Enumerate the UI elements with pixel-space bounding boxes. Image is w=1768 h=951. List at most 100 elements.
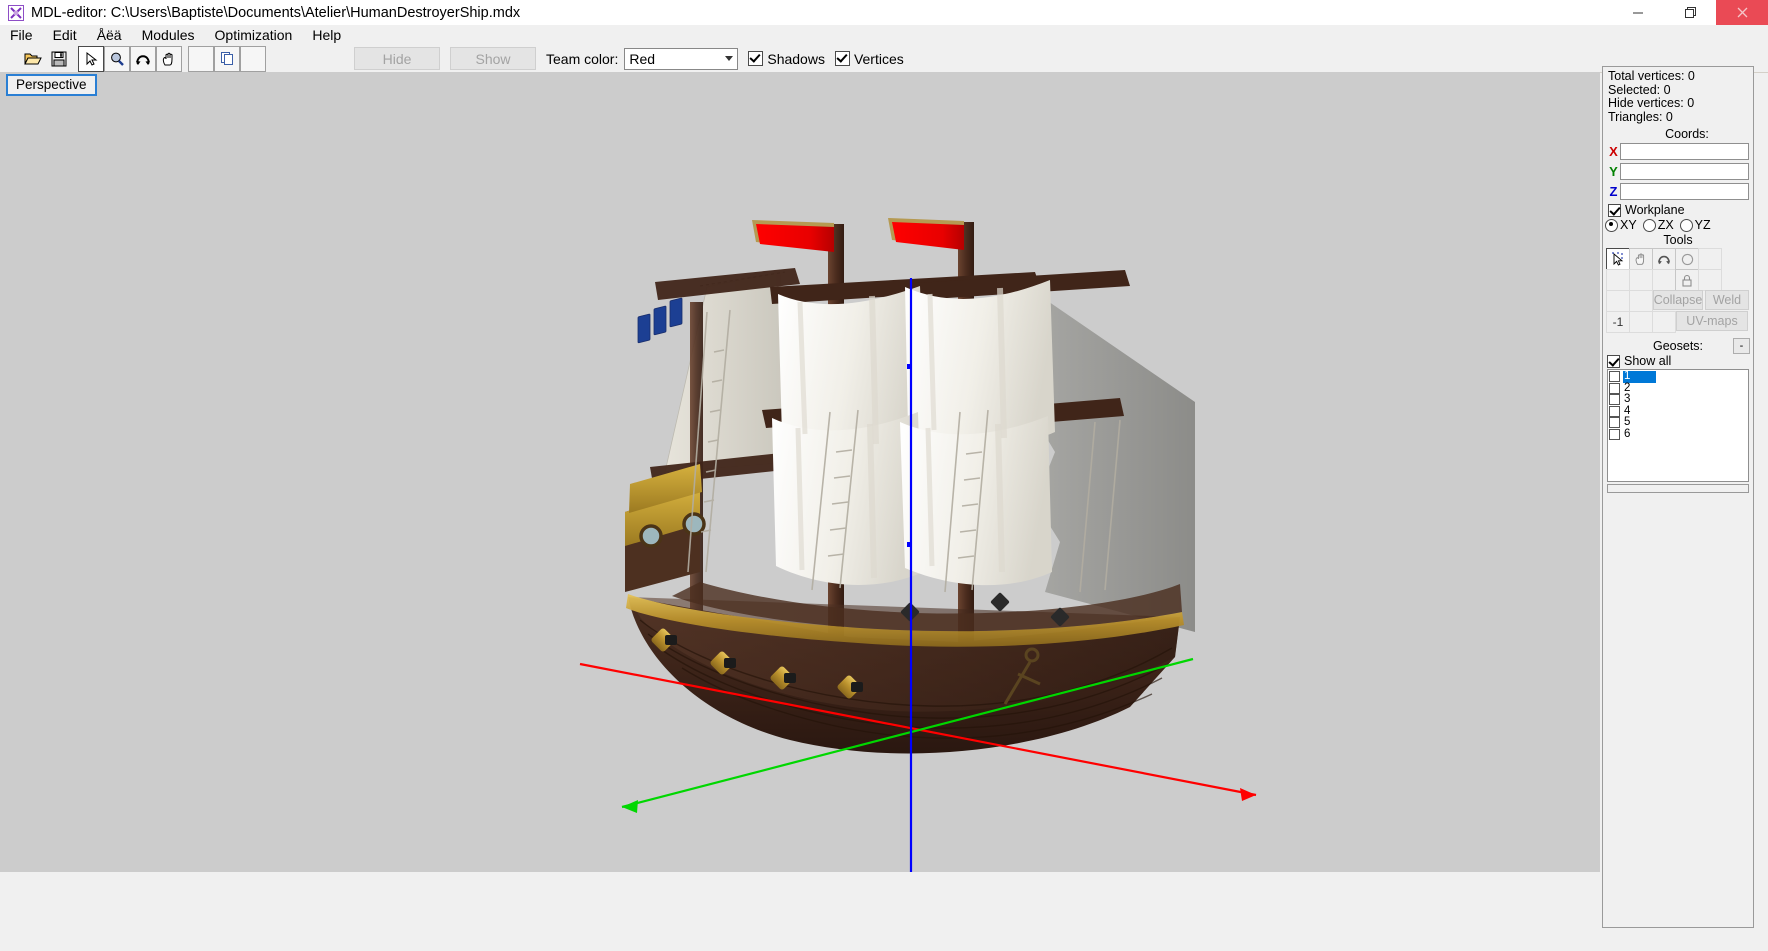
toolbar-nav-group	[78, 45, 182, 72]
ship-model-flags	[752, 218, 964, 252]
checkbox-icon[interactable]	[1609, 405, 1620, 417]
coord-row-x: X	[1607, 143, 1749, 160]
magnifier-icon[interactable]	[104, 45, 130, 72]
menu-item-edit[interactable]: Edit	[43, 26, 87, 45]
coord-x-input[interactable]	[1620, 143, 1749, 160]
vertices-checkbox[interactable]: Vertices	[834, 50, 904, 67]
team-color-label: Team color:	[546, 50, 619, 67]
geoset-label: 1	[1623, 370, 1657, 383]
toolbar-file-group	[20, 45, 72, 72]
shadows-checkbox[interactable]: Shadows	[748, 51, 825, 67]
radio-icon	[1679, 218, 1693, 232]
coord-y-input[interactable]	[1620, 163, 1749, 180]
blank-tool-3[interactable]	[1629, 269, 1653, 291]
menu-item-modules[interactable]: Modules	[132, 26, 205, 45]
3d-viewport[interactable]: Perspective	[0, 72, 1600, 872]
tools-grid: Collapse Weld -1 UV-maps	[1606, 248, 1750, 333]
hide-button[interactable]: Hide	[354, 47, 440, 70]
coord-z-label: Z	[1609, 184, 1618, 199]
show-all-checkbox[interactable]: Show all	[1607, 354, 1753, 368]
blank-tool-8[interactable]	[1629, 311, 1653, 333]
menu-item-help[interactable]: Help	[302, 26, 351, 45]
vertices-label: Vertices	[853, 50, 904, 67]
menu-item-file[interactable]: File	[0, 26, 43, 45]
application-window: MDL-editor: C:\Users\Baptiste\Documents\…	[0, 0, 1768, 951]
hand-icon[interactable]	[1629, 248, 1653, 270]
minimize-button[interactable]	[1612, 0, 1664, 25]
checkbox-icon[interactable]	[1609, 394, 1620, 406]
plane-yz-radio[interactable]: YZ	[1679, 218, 1711, 232]
blank-tool-6[interactable]	[1606, 290, 1630, 312]
coord-z-input[interactable]	[1620, 183, 1749, 200]
geosets-minimize-button[interactable]: -	[1733, 338, 1750, 354]
menu-item-view[interactable]: Åëä	[87, 26, 132, 45]
toolbar-edit-group	[188, 45, 266, 72]
selected-label: Selected: 0	[1608, 82, 1671, 97]
select-vertices-icon[interactable]	[1606, 248, 1630, 270]
checkbox-icon[interactable]	[1609, 371, 1620, 383]
show-button[interactable]: Show	[450, 47, 536, 70]
blank-icon-2[interactable]	[240, 45, 266, 72]
blank-icon[interactable]	[188, 45, 214, 72]
blank-tool-1[interactable]	[1698, 248, 1722, 270]
perspective-label: Perspective	[6, 74, 97, 96]
ship-model-main-sails	[772, 280, 1055, 586]
rotate-icon[interactable]	[130, 45, 156, 72]
plane-xy-radio[interactable]: XY	[1605, 218, 1637, 232]
copy-icon[interactable]	[214, 45, 240, 72]
blank-tool-9[interactable]	[1652, 311, 1676, 333]
hand-icon[interactable]	[156, 45, 182, 72]
tools-row-4: -1 UV-maps	[1606, 311, 1750, 333]
properties-panel: Total vertices: 0 Selected: 0 Hide verti…	[1602, 66, 1754, 928]
stats-block: Total vertices: 0 Selected: 0 Hide verti…	[1603, 67, 1753, 124]
plane-yz-label: YZ	[1694, 218, 1711, 232]
checkbox-icon[interactable]	[1609, 382, 1620, 394]
close-button[interactable]	[1716, 0, 1768, 25]
checkbox-icon[interactable]	[1609, 428, 1620, 440]
plane-zx-label: ZX	[1657, 218, 1674, 232]
tools-row-2	[1606, 269, 1750, 291]
checkbox-icon	[1608, 203, 1621, 217]
coord-row-z: Z	[1607, 183, 1749, 200]
list-item[interactable]: 6	[1608, 427, 1748, 441]
negative-one-button[interactable]: -1	[1606, 311, 1630, 333]
blank-tool-5[interactable]	[1698, 269, 1722, 291]
lock-icon[interactable]	[1675, 269, 1699, 291]
checkbox-icon[interactable]	[1609, 417, 1620, 429]
weld-button[interactable]: Weld	[1705, 290, 1749, 310]
geosets-horizontal-scrollbar[interactable]	[1607, 484, 1749, 493]
menu-item-optimization[interactable]: Optimization	[205, 26, 303, 45]
coords-title: Coords:	[1665, 127, 1709, 141]
collapse-button[interactable]: Collapse	[1653, 290, 1703, 310]
geoset-label: 6	[1624, 427, 1631, 440]
radio-icon	[1642, 218, 1656, 232]
circle-icon[interactable]	[1675, 248, 1699, 270]
total-vertices-label: Total vertices: 0	[1608, 69, 1695, 83]
shadows-label: Shadows	[767, 50, 825, 67]
viewport-canvas[interactable]	[0, 72, 1600, 872]
hide-vertices-label: Hide vertices: 0	[1608, 96, 1695, 110]
save-disk-icon[interactable]	[46, 45, 72, 72]
blank-tool-4[interactable]	[1652, 269, 1676, 291]
plane-zx-radio[interactable]: ZX	[1642, 218, 1674, 232]
list-item[interactable]: 1	[1608, 370, 1748, 383]
window-controls	[1612, 0, 1768, 25]
workplane-checkbox[interactable]: Workplane	[1608, 203, 1753, 217]
blank-tool-7[interactable]	[1629, 290, 1653, 312]
workplane-radio-group: XY ZX YZ	[1605, 218, 1753, 232]
blank-tool-2[interactable]	[1606, 269, 1630, 291]
radio-icon	[1605, 218, 1618, 232]
list-item[interactable]: 5	[1608, 416, 1748, 429]
coord-y-label: Y	[1609, 164, 1618, 179]
list-item[interactable]: 3	[1608, 393, 1748, 406]
rotate-icon[interactable]	[1652, 248, 1676, 270]
chevron-down-icon	[725, 55, 734, 61]
open-folder-icon[interactable]	[20, 45, 46, 72]
arrow-cursor-icon[interactable]	[78, 45, 104, 72]
uvmaps-button[interactable]: UV-maps	[1676, 311, 1748, 331]
geosets-list[interactable]: 1 2 3 4 5 6	[1607, 369, 1749, 482]
team-color-select[interactable]: Red	[624, 47, 739, 70]
geoset-label: 3	[1624, 393, 1631, 405]
maximize-button[interactable]	[1664, 0, 1716, 25]
title-bar: MDL-editor: C:\Users\Baptiste\Documents\…	[0, 0, 1768, 25]
